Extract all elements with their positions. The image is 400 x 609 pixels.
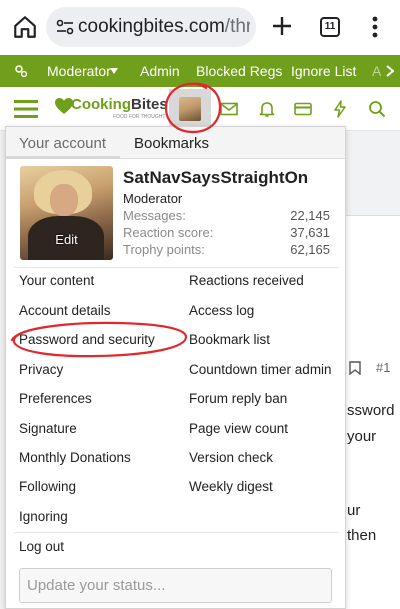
- post-text-line: then: [347, 527, 377, 544]
- post-text-line: ssword: [347, 402, 395, 419]
- logo-text-cooking: Cooking: [71, 96, 131, 113]
- link-preferences[interactable]: Preferences: [19, 391, 92, 406]
- browser-toolbar: cookingbites.com/thr 11: [0, 0, 400, 55]
- stat-value-messages[interactable]: 22,145: [290, 208, 330, 223]
- logo-text-bites: Bites: [131, 96, 168, 113]
- tab-bookmarks[interactable]: Bookmarks: [134, 135, 209, 152]
- search-icon[interactable]: [368, 100, 386, 118]
- link-page-view-count[interactable]: Page view count: [189, 421, 288, 436]
- logo-text: CookingBites: [71, 96, 168, 113]
- post-number[interactable]: #1: [376, 360, 390, 375]
- hamburger-menu-icon[interactable]: [14, 99, 38, 119]
- modbar-ignore-list[interactable]: Ignore List: [291, 63, 356, 79]
- chevron-down-icon: [110, 68, 118, 74]
- edit-avatar-link[interactable]: Edit: [20, 232, 113, 247]
- bookmark-icon[interactable]: [349, 361, 361, 375]
- more-options-icon[interactable]: [370, 14, 380, 40]
- stat-value-trophy-points[interactable]: 62,165: [290, 242, 330, 257]
- post-text-line: your: [347, 428, 377, 445]
- link-version-check[interactable]: Version check: [189, 450, 273, 465]
- link-forum-reply-ban[interactable]: Forum reply ban: [189, 391, 287, 406]
- link-following[interactable]: Following: [19, 479, 76, 494]
- modbar-admin[interactable]: Admin: [140, 63, 180, 79]
- link-log-out[interactable]: Log out: [19, 539, 64, 554]
- account-dropdown-menu: Your account Bookmarks Edit SatNavSaysSt…: [5, 126, 346, 609]
- username[interactable]: SatNavSaysStraightOn: [123, 168, 308, 188]
- link-access-log[interactable]: Access log: [189, 303, 254, 318]
- account-avatar-button[interactable]: [169, 89, 211, 129]
- account-menu-tabs: Your account Bookmarks: [6, 127, 345, 159]
- stat-label-messages: Messages:: [123, 208, 186, 223]
- link-signature[interactable]: Signature: [19, 421, 77, 436]
- divider: [14, 532, 339, 533]
- envelope-icon[interactable]: [220, 100, 238, 118]
- bell-icon[interactable]: [258, 100, 276, 118]
- chevron-right-icon[interactable]: [386, 65, 394, 77]
- cog-icon[interactable]: [14, 64, 28, 78]
- user-role: Moderator: [123, 191, 183, 206]
- stat-value-reaction-score[interactable]: 37,631: [290, 225, 330, 240]
- tab-switcher-button[interactable]: 11: [320, 17, 340, 37]
- link-ignoring[interactable]: Ignoring: [19, 509, 68, 524]
- link-countdown-timer-admin[interactable]: Countdown timer admin: [189, 362, 332, 377]
- logo-tagline: FOOD FOR THOUGHT: [113, 114, 166, 120]
- post-text-line: ur: [347, 502, 361, 519]
- link-account-details[interactable]: Account details: [19, 303, 111, 318]
- avatar: [179, 97, 201, 121]
- link-weekly-digest[interactable]: Weekly digest: [189, 479, 273, 494]
- status-input[interactable]: Update your status...: [19, 568, 332, 603]
- link-your-content[interactable]: Your content: [19, 273, 94, 288]
- tab-your-account[interactable]: Your account: [19, 135, 106, 152]
- active-tab-indicator: [6, 156, 120, 159]
- address-bar[interactable]: cookingbites.com/thr: [46, 7, 256, 47]
- new-tab-icon[interactable]: [270, 14, 294, 38]
- link-privacy[interactable]: Privacy: [19, 362, 63, 377]
- credit-card-icon[interactable]: [294, 100, 312, 118]
- lightning-bolt-icon[interactable]: [331, 100, 349, 118]
- avatar-face: [50, 184, 78, 216]
- profile-avatar[interactable]: Edit: [20, 166, 113, 260]
- modbar-blocked-regs[interactable]: Blocked Regs: [196, 63, 282, 79]
- home-icon[interactable]: [12, 14, 38, 40]
- link-password-and-security[interactable]: Password and security: [19, 332, 155, 347]
- stat-label-reaction-score: Reaction score:: [123, 225, 214, 240]
- link-bookmark-list[interactable]: Bookmark list: [189, 332, 270, 347]
- site-settings-icon[interactable]: [56, 19, 74, 35]
- site-header: CookingBites FOOD FOR THOUGHT: [0, 87, 400, 131]
- url-text: cookingbites.com/thr: [78, 16, 250, 38]
- moderator-bar: Moderator Admin Blocked Regs Ignore List…: [0, 55, 400, 87]
- modbar-moderator[interactable]: Moderator: [47, 63, 111, 79]
- stat-label-trophy-points: Trophy points:: [123, 242, 205, 257]
- link-monthly-donations[interactable]: Monthly Donations: [19, 450, 131, 465]
- url-domain: cookingbites.com: [78, 16, 225, 37]
- modbar-overflow-item[interactable]: A: [372, 63, 381, 79]
- divider: [14, 267, 339, 268]
- link-reactions-received[interactable]: Reactions received: [189, 273, 304, 288]
- url-path: /thr: [224, 16, 250, 37]
